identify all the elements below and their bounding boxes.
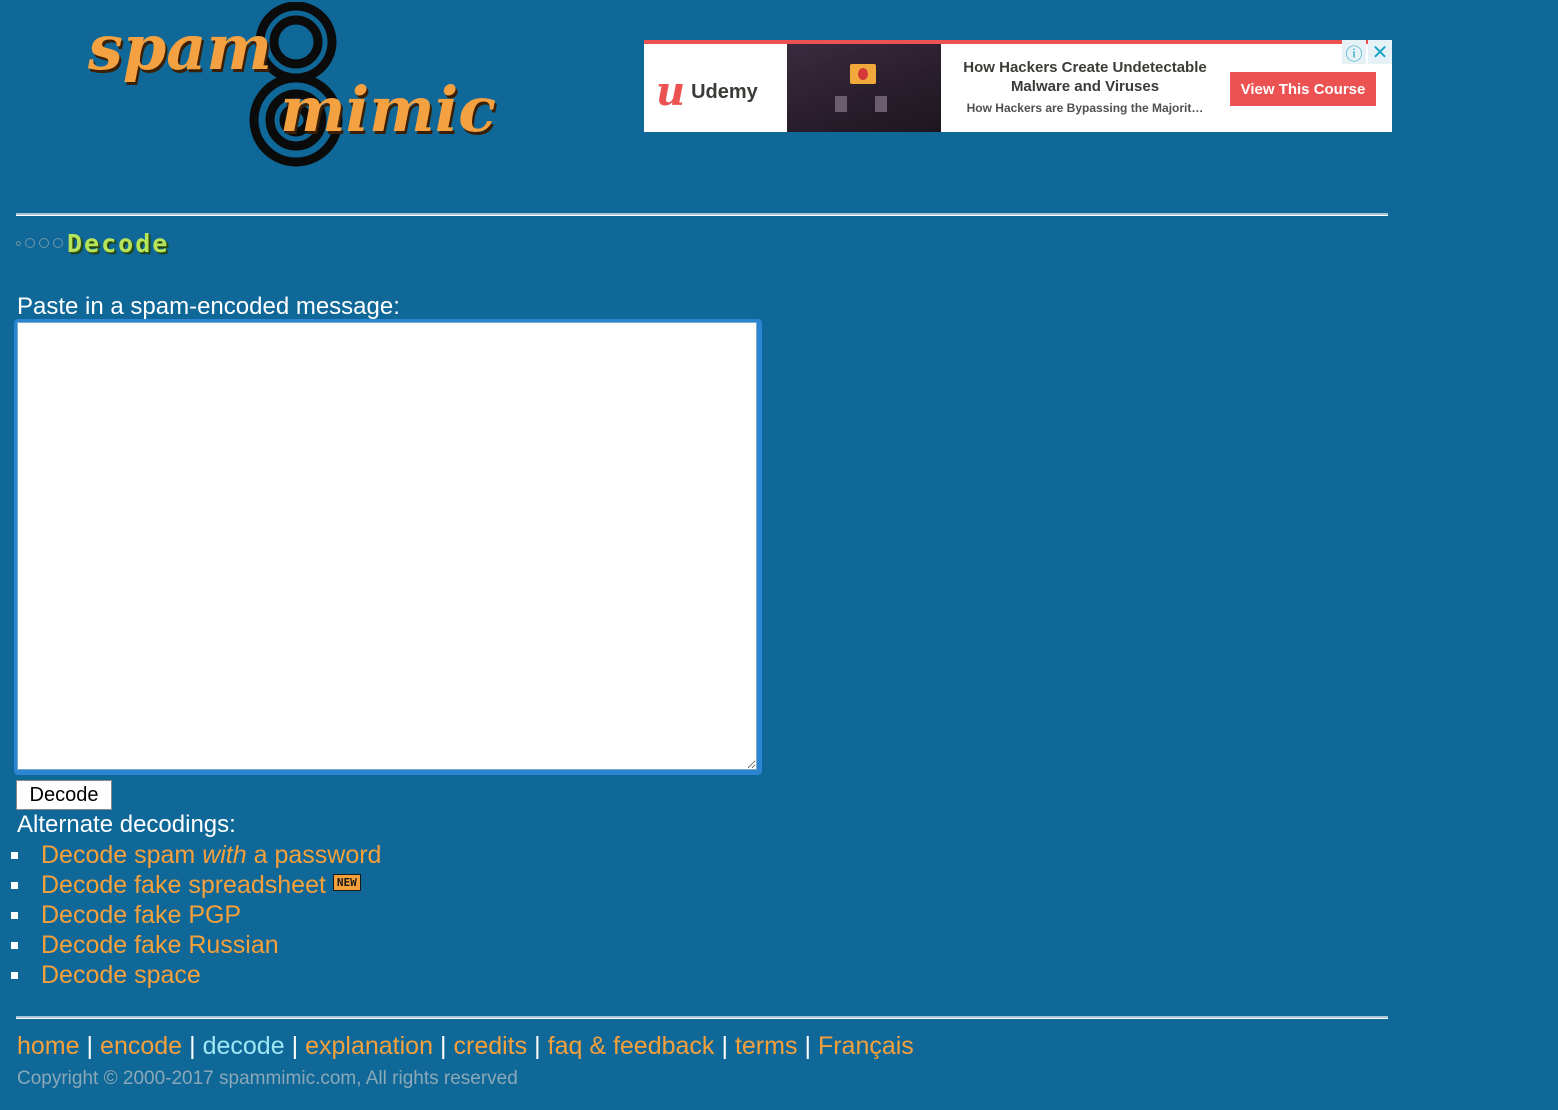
ad-info-icon[interactable]: ⓘ: [1342, 40, 1366, 64]
footer-nav: home | encode | decode | explanation | credits | f…: [17, 1032, 914, 1061]
spammimic-logo[interactable]: spam spam mimic mimic: [88, 2, 538, 170]
copyright-text: Copyright © 2000-2017 spammimic.com, All…: [17, 1068, 518, 1089]
logo-graphic: spam spam mimic mimic: [88, 2, 498, 167]
nav-home-link[interactable]: home: [17, 1032, 80, 1060]
list-item: Decode fake spreadsheet NEW: [0, 870, 381, 900]
nav-separator: |: [86, 1032, 94, 1060]
logo-word-mimic: mimic: [280, 73, 496, 146]
nav-separator: |: [804, 1032, 811, 1060]
bullet-icon: [11, 971, 18, 979]
link-text: Decode spam: [41, 840, 203, 869]
list-item: Decode spam with a password: [0, 840, 381, 870]
decode-fake-pgp-link[interactable]: Decode fake PGP: [41, 901, 241, 930]
decode-button[interactable]: Decode: [16, 780, 112, 810]
divider-bottom: [16, 1016, 1388, 1019]
malware-folder-icon: [850, 64, 876, 84]
divider-top: [16, 213, 1388, 216]
alternate-decodings-list: Decode spam with a password Decode fake …: [0, 840, 381, 990]
decode-fake-russian-link[interactable]: Decode fake Russian: [41, 931, 279, 960]
bullet-icon: [11, 941, 18, 949]
decode-fake-spreadsheet-link[interactable]: Decode fake spreadsheet: [41, 871, 326, 900]
nav-separator: |: [534, 1032, 541, 1060]
ad-image-figure: [835, 96, 847, 112]
link-text: a password: [246, 840, 382, 869]
nav-faq-feedback-link[interactable]: faq & feedback: [548, 1032, 715, 1060]
nav-separator: |: [440, 1032, 447, 1060]
ad-brand[interactable]: u Udemy: [656, 72, 758, 112]
nav-encode-link[interactable]: encode: [100, 1032, 182, 1060]
nav-separator: |: [291, 1032, 299, 1060]
ad-image-figure: [875, 96, 887, 112]
nav-separator: |: [189, 1032, 196, 1060]
link-emphasis: with: [202, 840, 247, 869]
decode-space-link[interactable]: Decode space: [41, 961, 201, 990]
nav-separator: |: [721, 1032, 728, 1060]
ad-subline: How Hackers are Bypassing the Majorit…: [966, 101, 1204, 115]
udemy-logo-icon: u: [656, 68, 686, 115]
ad-image[interactable]: [787, 44, 941, 132]
nav-credits-link[interactable]: credits: [454, 1032, 528, 1060]
new-badge-icon: NEW: [332, 873, 361, 891]
heading-dots-icon: [16, 238, 63, 248]
message-prompt: Paste in a spam-encoded message:: [17, 293, 400, 320]
list-item: Decode fake PGP: [0, 900, 381, 930]
page: spam spam mimic mimic u Udemy How Hacker…: [0, 0, 1558, 1110]
view-course-button[interactable]: View This Course: [1230, 72, 1376, 106]
ad-headline: How Hackers Create Undetectable Malware …: [963, 59, 1207, 95]
ad-text[interactable]: How Hackers Create Undetectable Malware …: [946, 58, 1224, 115]
logo-word-spam: spam: [88, 11, 272, 84]
ad-close-icon[interactable]: ✕: [1368, 40, 1392, 64]
message-field-focus-ring: [14, 319, 762, 775]
alternate-decodings-label: Alternate decodings:: [17, 811, 236, 838]
list-item: Decode space: [0, 960, 381, 990]
page-title: Decode: [67, 228, 170, 258]
nav-decode-link[interactable]: decode: [203, 1032, 285, 1060]
bullet-icon: [11, 911, 18, 919]
bullet-icon: [11, 881, 18, 889]
nav-francais-link[interactable]: Français: [818, 1032, 914, 1060]
ad-banner[interactable]: u Udemy How Hackers Create Undetectable …: [644, 40, 1392, 132]
list-item: Decode fake Russian: [0, 930, 381, 960]
nav-terms-link[interactable]: terms: [735, 1032, 798, 1060]
decode-with-password-link[interactable]: Decode spam with a password: [41, 841, 381, 870]
section-heading: Decode: [16, 228, 169, 258]
nav-explanation-link[interactable]: explanation: [305, 1032, 433, 1060]
bullet-icon: [11, 851, 18, 859]
ad-brand-name: Udemy: [691, 80, 758, 103]
spam-message-input[interactable]: [17, 322, 757, 770]
